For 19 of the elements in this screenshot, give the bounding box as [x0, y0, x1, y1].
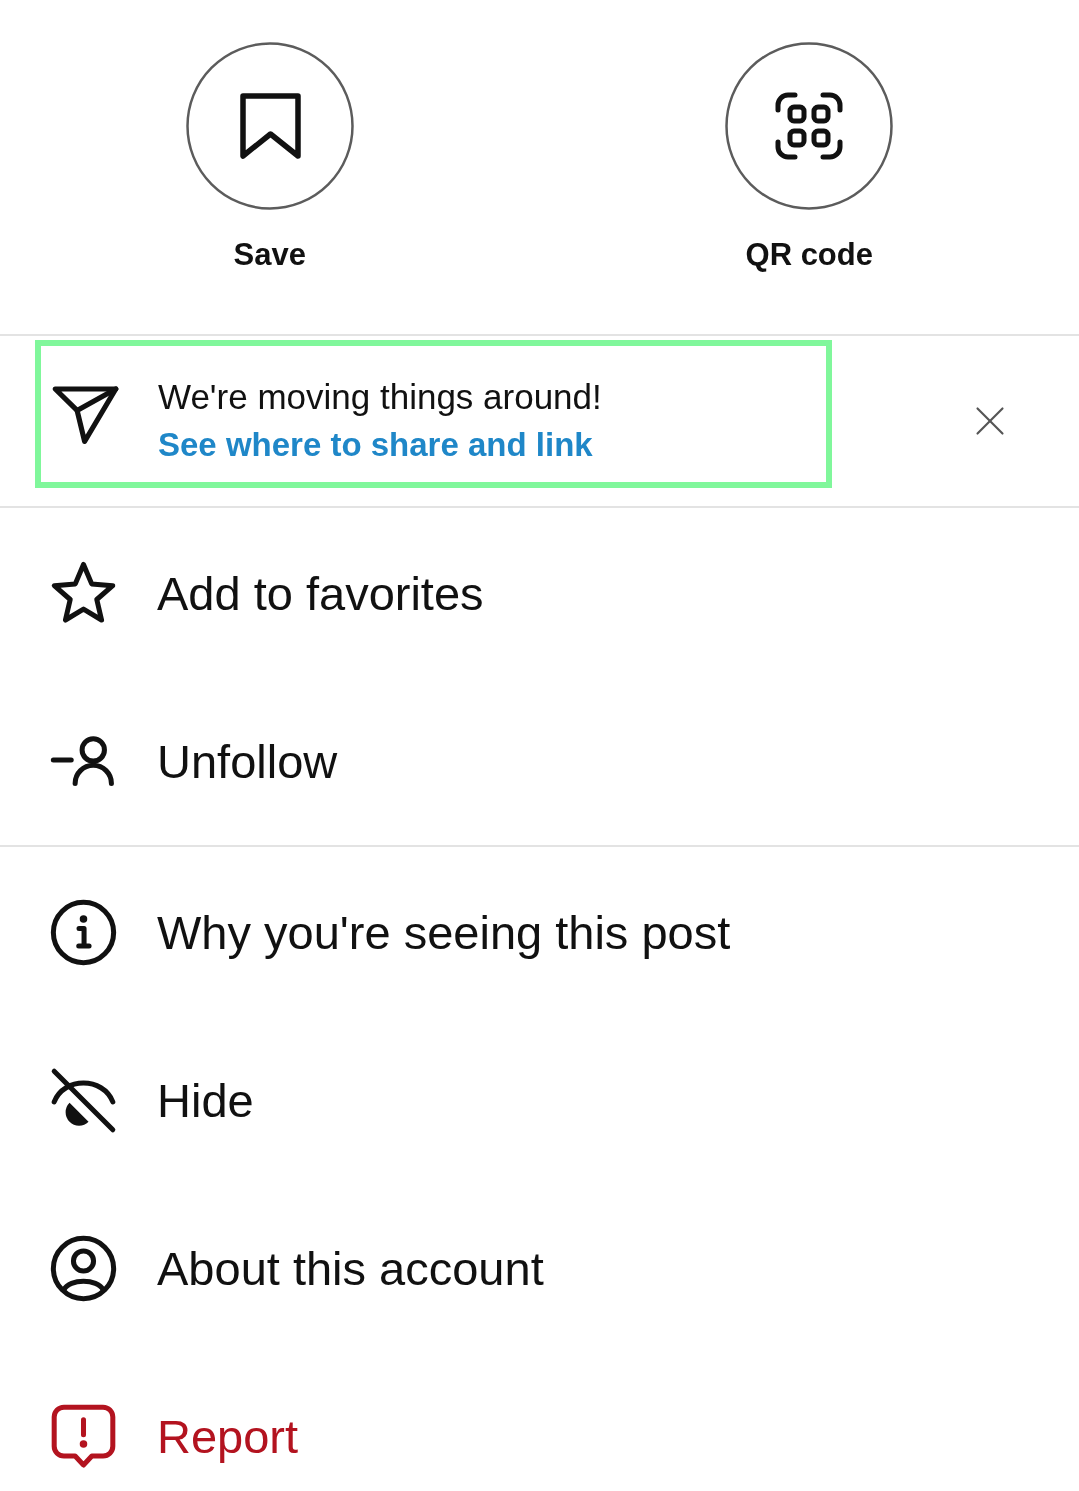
bookmark-icon	[185, 42, 354, 210]
menu-item[interactable]: Report	[0, 1352, 1079, 1491]
menu-item[interactable]: About this account	[0, 1184, 1079, 1352]
exclamation-bubble-icon	[50, 1402, 117, 1470]
menu-item[interactable]: Unfollow	[0, 677, 1079, 845]
close-icon[interactable]	[975, 406, 1005, 436]
menu-item[interactable]: Hide	[0, 1016, 1079, 1184]
menu-item[interactable]: Why you're seeing this post	[0, 848, 1079, 1016]
account-icon	[50, 1234, 117, 1302]
qr-code-button[interactable]: QR code	[725, 42, 894, 274]
menu-item[interactable]: Add to favorites	[0, 509, 1079, 677]
share-link[interactable]: See where to share and link	[158, 421, 593, 469]
remove-person-icon	[50, 735, 117, 787]
paper-plane-icon	[52, 385, 119, 445]
info-icon	[50, 898, 117, 966]
notice-message: We're moving things around!	[158, 376, 602, 418]
qr-code-icon	[725, 42, 894, 210]
eye-slash-icon	[50, 1066, 117, 1134]
save-button[interactable]: Save	[185, 42, 354, 274]
